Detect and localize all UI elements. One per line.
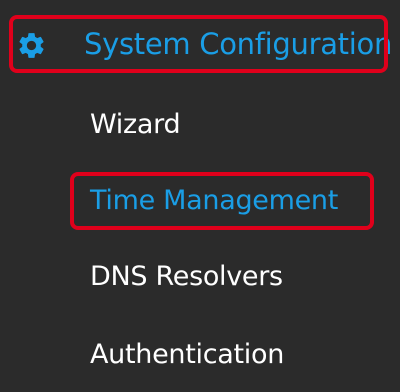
time-management-highlight-box	[70, 172, 374, 230]
navigation-panel: System Configuration Wizard Time Managem…	[0, 0, 400, 392]
menu-item-wizard[interactable]: Wizard	[90, 100, 181, 150]
menu-item-dns-resolvers[interactable]: DNS Resolvers	[90, 252, 283, 302]
system-configuration-menu-header[interactable]: System Configuration	[0, 0, 400, 86]
menu-item-authentication[interactable]: Authentication	[90, 330, 284, 380]
header-highlight-box	[9, 15, 388, 73]
